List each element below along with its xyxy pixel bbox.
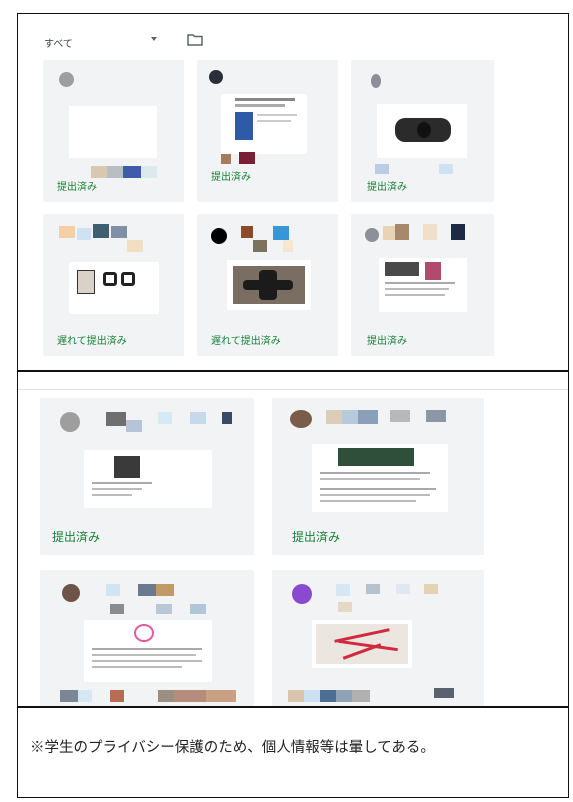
blurred-name xyxy=(390,410,410,422)
submission-card[interactable]: 提出済み xyxy=(351,60,494,202)
blurred-name xyxy=(156,584,174,596)
submission-status: 提出済み xyxy=(52,530,101,544)
blurred-name xyxy=(366,584,380,594)
avatar xyxy=(292,584,312,604)
blurred-name xyxy=(383,226,395,240)
blurred-name xyxy=(451,224,465,240)
blurred-name xyxy=(424,584,438,594)
blurred-name xyxy=(93,224,109,238)
avatar xyxy=(60,412,80,432)
avatar xyxy=(62,584,80,602)
blurred-name xyxy=(111,226,127,238)
avatar xyxy=(290,410,312,428)
filter-dropdown[interactable]: すべて xyxy=(44,35,73,50)
blurred-name xyxy=(423,224,437,240)
avatar xyxy=(211,228,227,244)
blurred-name xyxy=(158,412,172,424)
blurred-name xyxy=(304,690,320,702)
privacy-footnote: ※学生のプライバシー保護のため、個人情報等は暈してある。 xyxy=(30,740,435,756)
submission-card[interactable] xyxy=(272,570,484,706)
chevron-down-icon[interactable] xyxy=(151,37,157,41)
submission-card[interactable]: 提出済み xyxy=(351,214,494,356)
blurred-name xyxy=(439,164,453,174)
blurred-name xyxy=(106,584,120,596)
blurred-name xyxy=(138,584,156,596)
submission-thumbnail xyxy=(227,260,311,310)
blurred-name xyxy=(396,584,410,594)
blurred-name xyxy=(352,690,370,702)
avatar xyxy=(59,72,74,87)
avatar xyxy=(209,70,223,84)
blurred-name xyxy=(434,688,454,698)
submission-card[interactable]: 提出済み xyxy=(40,398,254,555)
blurred-name xyxy=(156,604,172,614)
blurred-name xyxy=(241,226,253,238)
submission-status: 提出済み xyxy=(211,172,251,183)
submission-card[interactable]: 提出済み xyxy=(43,60,184,202)
blurred-name xyxy=(273,226,289,240)
blurred-name xyxy=(253,240,267,252)
panel-divider-bottom xyxy=(17,706,569,708)
submission-status: 提出済み xyxy=(292,530,341,544)
blurred-name xyxy=(206,690,236,702)
blurred-name xyxy=(326,410,342,424)
blurred-name xyxy=(126,420,142,432)
submission-card[interactable]: 遅れて提出済み xyxy=(43,214,184,356)
blurred-name xyxy=(174,690,206,702)
submission-thumbnail xyxy=(379,258,467,312)
blurred-name xyxy=(110,690,124,702)
blurred-name xyxy=(320,690,336,702)
submission-status: 遅れて提出済み xyxy=(211,336,281,347)
submission-status: 提出済み xyxy=(57,182,97,193)
blurred-name xyxy=(358,410,378,424)
blurred-name xyxy=(127,240,143,252)
blurred-name xyxy=(342,410,358,424)
submission-thumbnail xyxy=(69,262,159,314)
blurred-name xyxy=(222,412,232,424)
blurred-name xyxy=(336,584,350,596)
blurred-name xyxy=(59,226,75,238)
submission-thumbnail xyxy=(312,620,412,668)
blurred-name xyxy=(158,690,174,702)
submission-thumbnail xyxy=(84,450,212,508)
submission-status: 提出済み xyxy=(367,336,407,347)
submission-card[interactable]: 遅れて提出済み xyxy=(197,214,338,356)
blurred-name xyxy=(283,240,293,252)
blurred-name xyxy=(60,690,78,702)
avatar xyxy=(365,228,379,242)
submission-thumbnail xyxy=(221,94,307,154)
blurred-name xyxy=(221,154,231,164)
panel-divider-top xyxy=(17,370,569,372)
blurred-name xyxy=(288,690,304,702)
blurred-name xyxy=(336,690,352,702)
folder-icon[interactable] xyxy=(187,33,203,46)
submission-card[interactable] xyxy=(40,570,254,706)
submission-status: 提出済み xyxy=(367,182,407,193)
blurred-name xyxy=(190,412,206,424)
submission-thumbnail xyxy=(84,620,212,682)
submission-card[interactable]: 提出済み xyxy=(272,398,484,555)
submission-thumbnail xyxy=(69,106,157,158)
blurred-name xyxy=(91,166,107,178)
blurred-name xyxy=(395,224,409,240)
submission-status: 遅れて提出済み xyxy=(57,336,127,347)
blurred-name xyxy=(375,164,389,174)
filter-label: すべて xyxy=(44,39,73,50)
blurred-name xyxy=(190,604,206,614)
blurred-name xyxy=(338,602,352,612)
blurred-name xyxy=(123,166,141,178)
blurred-name xyxy=(141,166,157,178)
submission-thumbnail xyxy=(377,104,467,158)
blurred-name xyxy=(239,152,255,164)
blurred-name xyxy=(426,410,446,422)
blurred-name xyxy=(77,228,91,240)
toolbar-separator xyxy=(18,389,568,390)
blurred-name xyxy=(78,690,92,702)
submission-card[interactable]: 提出済み xyxy=(197,60,338,202)
avatar xyxy=(371,74,381,88)
submission-thumbnail xyxy=(312,444,448,512)
blurred-name xyxy=(110,604,124,614)
blurred-name xyxy=(106,412,126,426)
blurred-name xyxy=(107,166,123,178)
